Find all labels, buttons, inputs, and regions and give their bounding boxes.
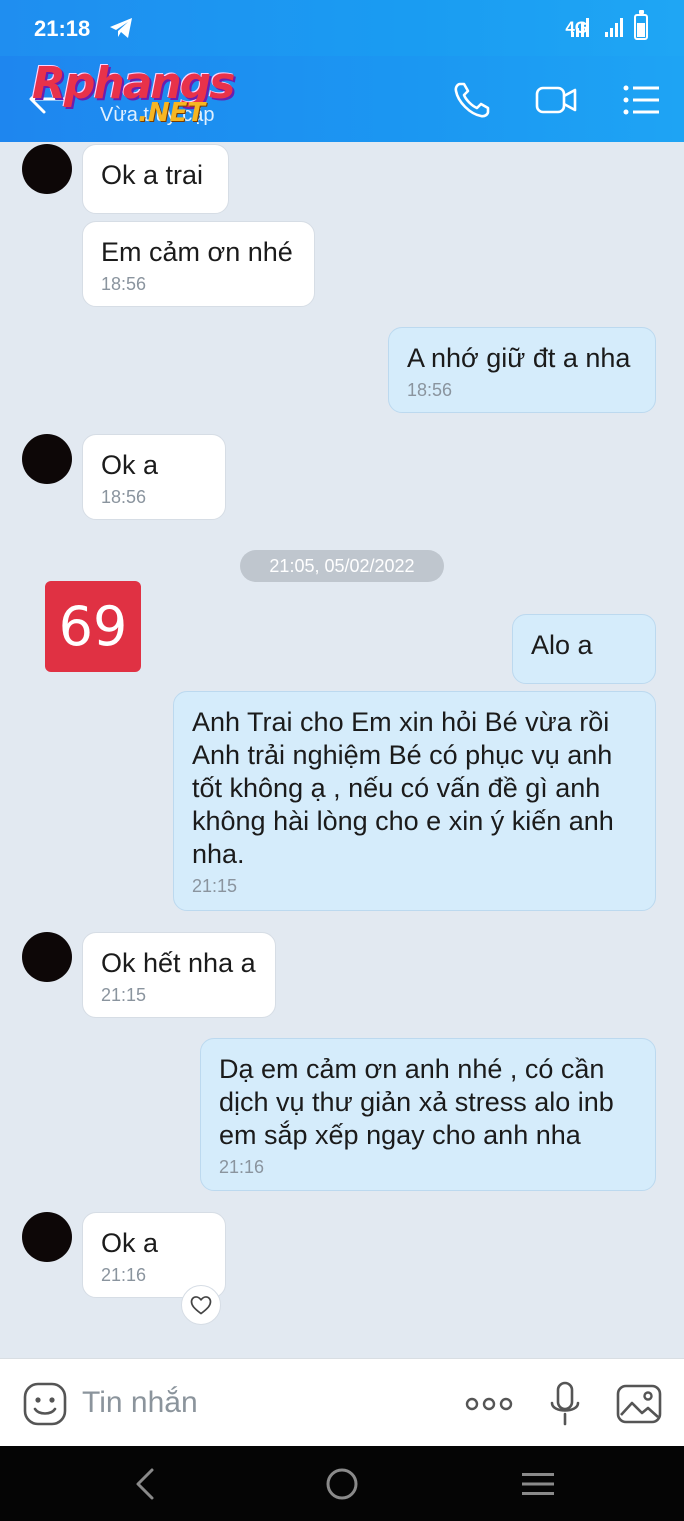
message-bubble-outgoing[interactable]: A nhớ giữ đt a nha 18:56 <box>388 327 656 413</box>
watermark-tld: .NET <box>138 98 206 128</box>
message-bubble-incoming[interactable]: Ok a 18:56 <box>82 434 226 520</box>
message-bubble-outgoing[interactable]: Alo a <box>512 614 656 684</box>
chat-header: Vừa truy cập Rphangs .NET <box>0 56 684 142</box>
message-text: Alo a <box>531 630 593 660</box>
image-icon[interactable] <box>616 1381 662 1427</box>
message-text: Ok a <box>101 450 159 480</box>
avatar[interactable] <box>22 1212 72 1262</box>
circle-home-icon[interactable] <box>322 1466 362 1502</box>
message-text: Em cảm ơn nhé <box>101 237 293 267</box>
message-time: 18:56 <box>101 487 147 507</box>
message-time: 21:16 <box>219 1157 265 1177</box>
system-nav-bar <box>0 1446 684 1521</box>
message-time: 18:56 <box>407 380 453 400</box>
message-input[interactable] <box>82 1383 442 1423</box>
message-text: Ok hết nha a <box>101 948 256 978</box>
avatar[interactable] <box>22 434 72 484</box>
message-time: 21:15 <box>192 876 238 896</box>
message-text: Ok a trai <box>101 160 204 190</box>
message-bubble-incoming[interactable]: Ok hết nha a 21:15 <box>82 932 276 1018</box>
status-bar: 21:18 4G <box>0 0 684 56</box>
avatar[interactable] <box>22 932 72 982</box>
signal-icon <box>605 18 623 37</box>
video-camera-icon[interactable] <box>534 78 578 122</box>
avatar[interactable] <box>22 144 72 194</box>
status-time: 21:18 <box>34 16 91 41</box>
more-dots-icon[interactable] <box>464 1381 514 1427</box>
emoji-icon[interactable] <box>22 1381 68 1427</box>
message-text: Dạ em cảm ơn anh nhé , có cần dịch vụ th… <box>219 1054 614 1150</box>
date-separator: 21:05, 05/02/2022 <box>240 550 444 582</box>
message-text: Ok a <box>101 1228 159 1258</box>
signal-icon <box>571 18 589 37</box>
list-menu-icon[interactable] <box>620 78 664 122</box>
message-time: 21:15 <box>101 985 147 1005</box>
chevron-left-icon[interactable] <box>126 1466 166 1502</box>
phone-icon[interactable] <box>450 78 494 122</box>
message-bubble-incoming[interactable]: Em cảm ơn nhé 18:56 <box>82 221 315 307</box>
microphone-icon[interactable] <box>542 1381 588 1427</box>
hamburger-icon[interactable] <box>518 1466 558 1502</box>
message-bubble-outgoing[interactable]: Anh Trai cho Em xin hỏi Bé vừa rồi Anh t… <box>173 691 656 911</box>
message-bubble-incoming[interactable]: Ok a trai <box>82 144 229 214</box>
message-time: 21:16 <box>101 1265 147 1285</box>
message-text: A nhớ giữ đt a nha <box>407 343 631 373</box>
message-bubble-outgoing[interactable]: Dạ em cảm ơn anh nhé , có cần dịch vụ th… <box>200 1038 656 1191</box>
battery-icon <box>634 10 648 40</box>
message-time: 18:56 <box>101 274 147 294</box>
message-list[interactable]: Ok a trai Em cảm ơn nhé 18:56 A nhớ giữ … <box>0 142 684 1358</box>
message-text: Anh Trai cho Em xin hỏi Bé vừa rồi Anh t… <box>192 707 614 869</box>
message-composer <box>0 1358 684 1446</box>
sticker-message[interactable]: 69 <box>45 581 141 672</box>
telegram-icon <box>110 18 132 38</box>
heart-icon[interactable] <box>181 1285 221 1325</box>
